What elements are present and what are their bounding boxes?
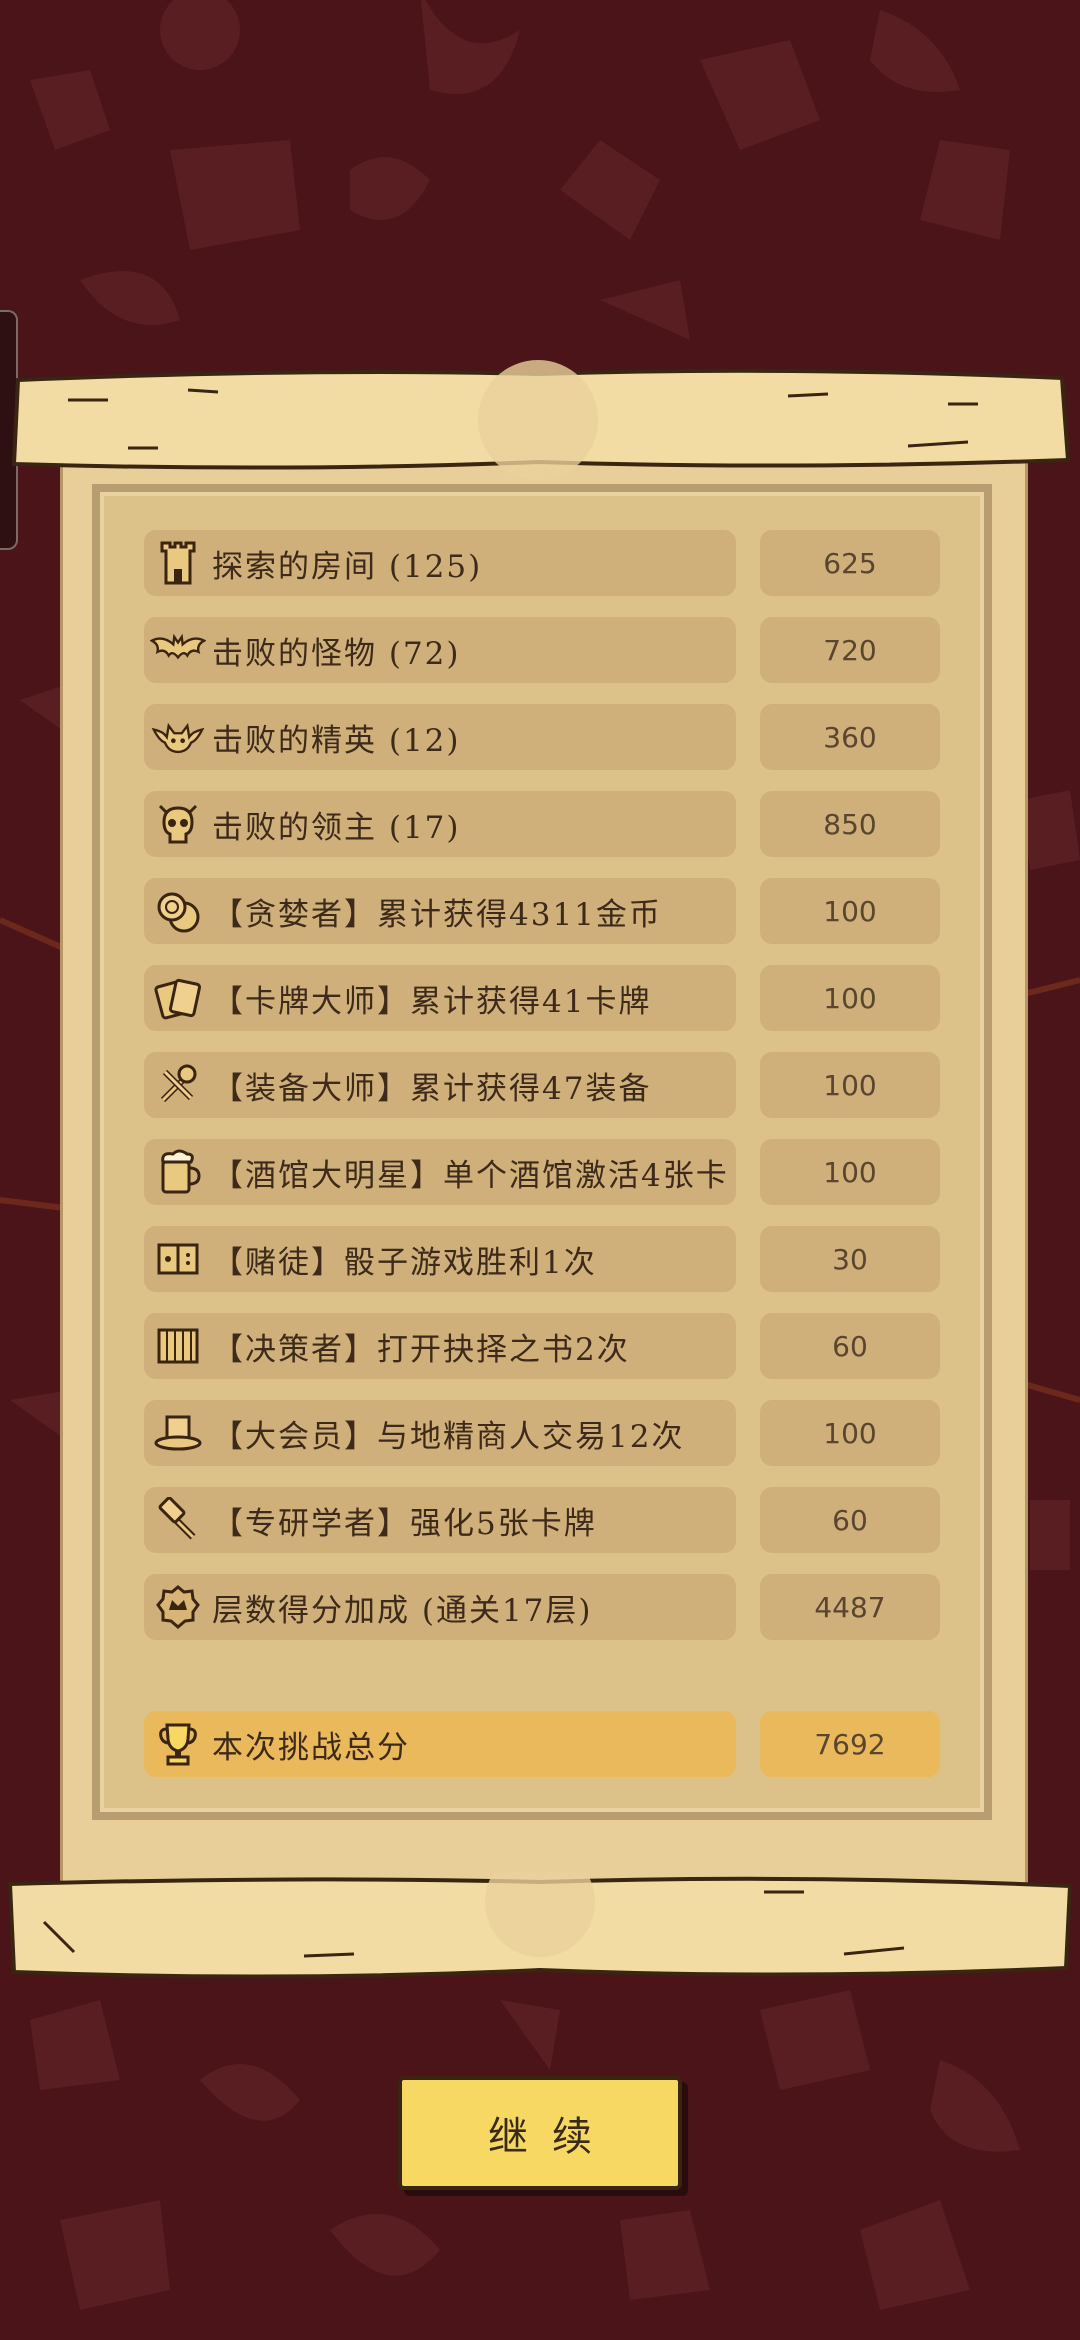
score-row: 击败的领主 (17) 850 bbox=[144, 791, 940, 857]
continue-button[interactable]: 继续 bbox=[398, 2076, 682, 2190]
total-value: 7692 bbox=[760, 1711, 940, 1777]
scroll-top-roll bbox=[11, 360, 1071, 480]
floor-badge-icon bbox=[150, 1579, 206, 1635]
row-label: 【贪婪者】累计获得4311金币 bbox=[212, 896, 662, 933]
row-label-box: 【酒馆大明星】单个酒馆激活4张卡 bbox=[144, 1139, 736, 1205]
book-icon bbox=[150, 1318, 206, 1374]
bat-icon bbox=[150, 622, 206, 678]
demon-icon bbox=[150, 709, 206, 765]
row-label-box: 【大会员】与地精商人交易12次 bbox=[144, 1400, 736, 1466]
tower-icon bbox=[150, 535, 206, 591]
beer-mug-icon bbox=[150, 1144, 206, 1200]
score-row: 【决策者】打开抉择之书2次 60 bbox=[144, 1313, 940, 1379]
row-value: 100 bbox=[760, 1052, 940, 1118]
score-row: 击败的怪物 (72) 720 bbox=[144, 617, 940, 683]
row-label-box: 【赌徒】骰子游戏胜利1次 bbox=[144, 1226, 736, 1292]
coins-icon bbox=[150, 883, 206, 939]
row-value: 625 bbox=[760, 530, 940, 596]
row-value: 30 bbox=[760, 1226, 940, 1292]
total-label-box: 本次挑战总分 bbox=[144, 1711, 736, 1777]
row-label: 【卡牌大师】累计获得41卡牌 bbox=[212, 983, 652, 1020]
row-value: 360 bbox=[760, 704, 940, 770]
hammer-icon bbox=[150, 1492, 206, 1548]
scroll-bottom-roll bbox=[7, 1872, 1073, 1979]
score-row: 击败的精英 (12) 360 bbox=[144, 704, 940, 770]
row-label-box: 击败的领主 (17) bbox=[144, 791, 736, 857]
row-value: 60 bbox=[760, 1487, 940, 1553]
cards-icon bbox=[150, 970, 206, 1026]
row-value: 4487 bbox=[760, 1574, 940, 1640]
score-row: 【大会员】与地精商人交易12次 100 bbox=[144, 1400, 940, 1466]
tools-icon bbox=[150, 1057, 206, 1113]
row-label-box: 【装备大师】累计获得47装备 bbox=[144, 1052, 736, 1118]
trophy-icon bbox=[150, 1716, 206, 1772]
row-label: 层数得分加成 (通关17层) bbox=[212, 1592, 593, 1629]
row-label: 【赌徒】骰子游戏胜利1次 bbox=[212, 1244, 597, 1281]
row-label-box: 探索的房间 (125) bbox=[144, 530, 736, 596]
total-score-row: 本次挑战总分 7692 bbox=[144, 1711, 940, 1777]
row-value: 60 bbox=[760, 1313, 940, 1379]
row-label-box: 击败的怪物 (72) bbox=[144, 617, 736, 683]
score-row: 【专研学者】强化5张卡牌 60 bbox=[144, 1487, 940, 1553]
score-row: 探索的房间 (125) 625 bbox=[144, 530, 940, 596]
row-value: 100 bbox=[760, 1400, 940, 1466]
score-row: 【卡牌大师】累计获得41卡牌 100 bbox=[144, 965, 940, 1031]
row-value: 100 bbox=[760, 965, 940, 1031]
skull-icon bbox=[150, 796, 206, 852]
row-label: 【酒馆大明星】单个酒馆激活4张卡 bbox=[212, 1157, 729, 1194]
row-label: 击败的怪物 (72) bbox=[212, 635, 461, 672]
row-value: 100 bbox=[760, 878, 940, 944]
row-label-box: 【贪婪者】累计获得4311金币 bbox=[144, 878, 736, 944]
score-row: 层数得分加成 (通关17层) 4487 bbox=[144, 1574, 940, 1640]
score-row: 【装备大师】累计获得47装备 100 bbox=[144, 1052, 940, 1118]
row-label: 【大会员】与地精商人交易12次 bbox=[212, 1418, 685, 1455]
top-hat-icon bbox=[150, 1405, 206, 1461]
score-row: 【酒馆大明星】单个酒馆激活4张卡 100 bbox=[144, 1139, 940, 1205]
row-label-box: 【专研学者】强化5张卡牌 bbox=[144, 1487, 736, 1553]
row-label: 【决策者】打开抉择之书2次 bbox=[212, 1331, 630, 1368]
total-label: 本次挑战总分 bbox=[212, 1729, 410, 1766]
row-label-box: 【卡牌大师】累计获得41卡牌 bbox=[144, 965, 736, 1031]
row-label-box: 击败的精英 (12) bbox=[144, 704, 736, 770]
score-row: 【贪婪者】累计获得4311金币 100 bbox=[144, 878, 940, 944]
row-label: 【装备大师】累计获得47装备 bbox=[212, 1070, 652, 1107]
row-value: 850 bbox=[760, 791, 940, 857]
row-label: 击败的精英 (12) bbox=[212, 722, 461, 759]
row-value: 720 bbox=[760, 617, 940, 683]
score-row: 【赌徒】骰子游戏胜利1次 30 bbox=[144, 1226, 940, 1292]
dice-book-icon bbox=[150, 1231, 206, 1287]
row-label-box: 【决策者】打开抉择之书2次 bbox=[144, 1313, 736, 1379]
row-value: 100 bbox=[760, 1139, 940, 1205]
row-label-box: 层数得分加成 (通关17层) bbox=[144, 1574, 736, 1640]
row-label: 探索的房间 (125) bbox=[212, 548, 483, 585]
row-label: 【专研学者】强化5张卡牌 bbox=[212, 1505, 597, 1542]
row-label: 击败的领主 (17) bbox=[212, 809, 461, 846]
